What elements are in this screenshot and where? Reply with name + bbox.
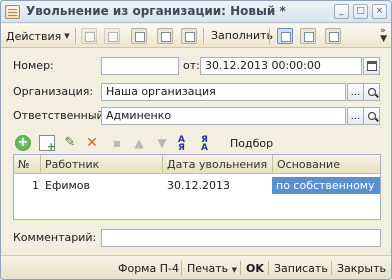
- table-row[interactable]: 1 Ефимов 30.12.2013 по собственному: [14, 177, 380, 194]
- end-edit-icon[interactable]: ▪: [109, 135, 125, 151]
- comment-field[interactable]: [101, 229, 381, 247]
- column-header-reason[interactable]: Основание: [277, 158, 340, 171]
- number-label: Номер:: [13, 59, 54, 72]
- print-menu-label: Печать: [187, 262, 229, 275]
- save-copy-icon[interactable]: [157, 28, 173, 44]
- based-on-icon[interactable]: [181, 28, 197, 44]
- close-window-button[interactable]: ×: [372, 4, 387, 19]
- responsible-open-button[interactable]: [363, 107, 380, 125]
- save-button[interactable]: Записать: [274, 262, 328, 275]
- row-number-cell[interactable]: 1: [32, 179, 39, 192]
- table-header: № Работник Дата увольнения Основание: [14, 155, 380, 174]
- organization-select-button[interactable]: ...: [347, 83, 364, 101]
- copy-row-icon[interactable]: [39, 135, 56, 153]
- list-settings-icon[interactable]: [325, 28, 341, 44]
- date-field[interactable]: 30.12.2013 00:00:00: [200, 57, 362, 75]
- fill-button[interactable]: Заполнить: [211, 29, 273, 42]
- post-icon[interactable]: [81, 28, 97, 44]
- document-icon: [5, 5, 20, 19]
- date-label: от:: [183, 59, 200, 72]
- title-bar: Увольнение из организации: Новый * _ □ ×: [1, 1, 391, 23]
- column-header-number[interactable]: №: [18, 158, 29, 171]
- organization-field[interactable]: Наша организация: [101, 83, 346, 101]
- responsible-field[interactable]: Админенко: [101, 107, 346, 125]
- column-header-employee[interactable]: Работник: [45, 158, 99, 171]
- document-view-icon[interactable]: [277, 28, 293, 44]
- close-button[interactable]: Закрыть: [337, 262, 386, 275]
- toolbar-separator: [269, 28, 270, 44]
- search-icon: [367, 112, 376, 120]
- employee-cell[interactable]: Ефимов: [45, 179, 90, 192]
- responsible-label: Ответственный:: [13, 109, 108, 122]
- chevron-down-icon: ▼: [231, 266, 238, 274]
- column-header-dismissal-date[interactable]: Дата увольнения: [167, 158, 267, 171]
- window-title: Увольнение из организации: Новый *: [26, 4, 286, 18]
- footer-bar: Форма П-4 Печать ▼ OK Записать Закрыть: [1, 255, 391, 279]
- reason-cell[interactable]: по собственному: [272, 177, 380, 194]
- maximize-button[interactable]: □: [353, 4, 368, 19]
- add-row-icon[interactable]: +: [15, 135, 31, 151]
- actions-menu[interactable]: Действия ▼: [6, 28, 70, 44]
- print-menu[interactable]: Печать ▼: [187, 262, 237, 275]
- document-window: Увольнение из организации: Новый * _ □ ×…: [0, 0, 392, 280]
- employees-table: № Работник Дата увольнения Основание 1 Е…: [13, 154, 381, 220]
- comment-label: Комментарий:: [13, 231, 97, 244]
- toolbar-separator: [75, 28, 76, 44]
- move-up-icon[interactable]: ▲: [131, 135, 147, 151]
- ok-button[interactable]: OK: [246, 262, 264, 275]
- select-button[interactable]: Подбор: [230, 137, 273, 150]
- actions-menu-label: Действия: [6, 29, 62, 43]
- main-toolbar: Действия ▼ Заполнить » ▼: [1, 24, 391, 48]
- dismissal-date-cell[interactable]: 30.12.2013: [167, 179, 230, 192]
- form-p4-button[interactable]: Форма П-4: [118, 262, 179, 275]
- sort-descending-icon[interactable]: Я А: [201, 136, 217, 153]
- refresh-icon[interactable]: [131, 28, 147, 44]
- journal-icon[interactable]: [300, 28, 316, 44]
- edit-row-icon[interactable]: ✎: [62, 135, 78, 151]
- number-field[interactable]: [101, 57, 179, 75]
- search-icon: [367, 88, 376, 96]
- calendar-icon: [366, 61, 377, 71]
- delete-row-icon[interactable]: ✕: [84, 135, 100, 151]
- toolbar-overflow-icon[interactable]: » ▼: [380, 27, 387, 44]
- sort-ascending-icon[interactable]: А Я: [178, 136, 194, 153]
- responsible-select-button[interactable]: ...: [347, 107, 364, 125]
- calendar-button[interactable]: [363, 57, 380, 75]
- move-down-icon[interactable]: ▼: [154, 135, 170, 151]
- unpost-icon[interactable]: [104, 28, 120, 44]
- organization-open-button[interactable]: [363, 83, 380, 101]
- toolbar-separator: [203, 28, 204, 44]
- minimize-button[interactable]: _: [334, 4, 349, 19]
- chevron-down-icon: ▼: [64, 32, 70, 40]
- organization-label: Организация:: [13, 85, 94, 98]
